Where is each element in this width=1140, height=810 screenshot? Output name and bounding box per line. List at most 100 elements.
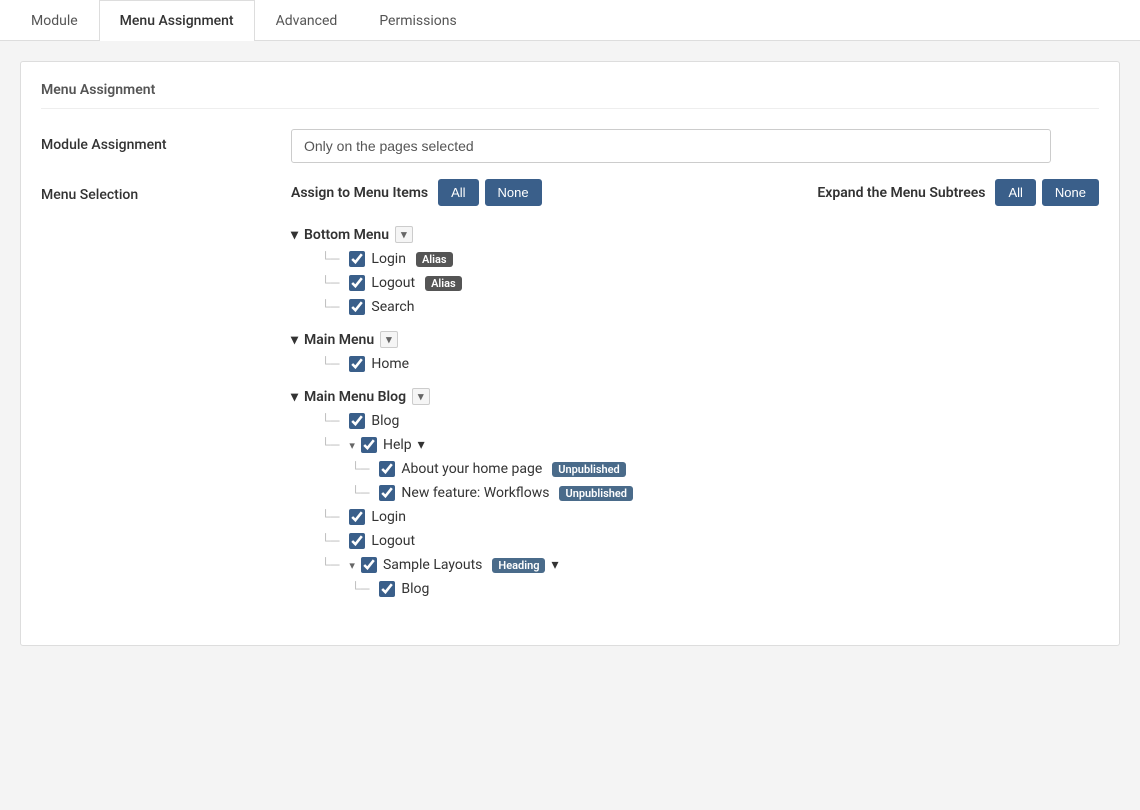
connector-icon: └─: [321, 275, 339, 291]
expand-main-menu-btn[interactable]: ▾: [380, 331, 398, 348]
assign-none-button[interactable]: None: [485, 179, 542, 206]
new-feature-unpublished-badge: Unpublished: [559, 486, 633, 501]
expand-group: Expand the Menu Subtrees All None: [817, 179, 1099, 206]
expand-none-button[interactable]: None: [1042, 179, 1099, 206]
blog2-checkbox[interactable]: [379, 581, 395, 597]
logout2-checkbox[interactable]: [349, 533, 365, 549]
tab-advanced[interactable]: Advanced: [255, 0, 359, 41]
expand-bottom-menu-btn[interactable]: ▾: [395, 226, 413, 243]
menu-group-header-main-menu[interactable]: Main Menu ▾: [291, 327, 1099, 352]
list-item: └─ About your home page Unpublished: [351, 457, 1099, 481]
expand-sample-layouts-btn[interactable]: ▾: [551, 557, 558, 573]
section-box: Menu Assignment Module Assignment Only o…: [20, 61, 1120, 646]
tabs-bar: Module Menu Assignment Advanced Permissi…: [0, 0, 1140, 41]
menu-group-header-main-menu-blog[interactable]: Main Menu Blog ▾: [291, 384, 1099, 409]
connector-icon: └─: [321, 251, 339, 267]
new-feature-checkbox[interactable]: [379, 485, 395, 501]
connector-icon: └─: [351, 461, 369, 477]
list-item: └─ Logout: [321, 529, 1099, 553]
sample-layouts-sub-items: └─ Blog: [321, 577, 1099, 601]
help-label: Help: [383, 437, 412, 453]
chevron-help: [349, 439, 355, 452]
list-item: └─ Blog: [321, 409, 1099, 433]
sample-layouts-group: └─ Sample Layouts Heading ▾ └─: [321, 553, 1099, 601]
logout2-label: Logout: [371, 533, 415, 549]
logout-checkbox[interactable]: [349, 275, 365, 291]
module-assignment-row: Module Assignment Only on the pages sele…: [41, 129, 1099, 163]
blog2-label: Blog: [401, 581, 429, 597]
help-group: └─ Help ▾ └─: [321, 433, 1099, 505]
home-checkbox[interactable]: [349, 356, 365, 372]
menu-group-main-menu: Main Menu ▾ └─ Home: [291, 327, 1099, 376]
module-assignment-select[interactable]: Only on the pages selected: [291, 129, 1051, 163]
list-item: └─ Help ▾: [321, 433, 1099, 457]
connector-icon: └─: [321, 356, 339, 372]
assign-all-button[interactable]: All: [438, 179, 478, 206]
bottom-menu-items: └─ Login Alias └─ Logout Alias: [291, 247, 1099, 319]
menu-selection-row: Menu Selection Assign to Menu Items All …: [41, 179, 1099, 609]
list-item: └─ Logout Alias: [321, 271, 1099, 295]
home-label: Home: [371, 356, 409, 372]
menu-tree: Bottom Menu ▾ └─ Login Alias └─: [291, 222, 1099, 601]
new-feature-label: New feature: Workflows: [401, 485, 549, 501]
connector-icon: └─: [321, 509, 339, 525]
connector-icon: └─: [321, 299, 339, 315]
list-item: └─ Login: [321, 505, 1099, 529]
about-home-checkbox[interactable]: [379, 461, 395, 477]
main-menu-items: └─ Home: [291, 352, 1099, 376]
search-label: Search: [371, 299, 414, 315]
expand-subtrees-label: Expand the Menu Subtrees: [817, 185, 985, 201]
list-item: └─ Sample Layouts Heading ▾: [321, 553, 1099, 577]
connector-icon: └─: [351, 485, 369, 501]
connector-icon: └─: [351, 581, 369, 597]
blog-checkbox[interactable]: [349, 413, 365, 429]
login-checkbox[interactable]: [349, 251, 365, 267]
sample-layouts-checkbox[interactable]: [361, 557, 377, 573]
login-alias-badge: Alias: [416, 252, 453, 267]
help-checkbox[interactable]: [361, 437, 377, 453]
module-assignment-label: Module Assignment: [41, 129, 291, 153]
login2-checkbox[interactable]: [349, 509, 365, 525]
main-menu-blog-label: Main Menu Blog: [304, 389, 406, 405]
login-label: Login: [371, 251, 406, 267]
chevron-main-menu: [291, 332, 298, 348]
help-sub-items: └─ About your home page Unpublished └─ N: [321, 457, 1099, 505]
expand-main-menu-blog-btn[interactable]: ▾: [412, 388, 430, 405]
tab-permissions[interactable]: Permissions: [358, 0, 477, 41]
connector-icon: └─: [321, 413, 339, 429]
assign-group: Assign to Menu Items All None: [291, 179, 542, 206]
chevron-bottom-menu: [291, 227, 298, 243]
login2-label: Login: [371, 509, 406, 525]
chevron-main-menu-blog: [291, 389, 298, 405]
list-item: └─ Blog: [351, 577, 1099, 601]
sample-layouts-label: Sample Layouts: [383, 557, 482, 573]
logout-label: Logout: [371, 275, 415, 291]
list-item: └─ New feature: Workflows Unpublished: [351, 481, 1099, 505]
assign-row: Assign to Menu Items All None Expand the…: [291, 179, 1099, 206]
tab-module[interactable]: Module: [10, 0, 99, 41]
connector-icon: └─: [321, 437, 339, 453]
section-title: Menu Assignment: [41, 82, 1099, 109]
connector-icon: └─: [321, 557, 339, 573]
bottom-menu-label: Bottom Menu: [304, 227, 389, 243]
main-menu-label: Main Menu: [304, 332, 374, 348]
about-home-unpublished-badge: Unpublished: [552, 462, 626, 477]
expand-all-button[interactable]: All: [995, 179, 1035, 206]
menu-group-header-bottom-menu[interactable]: Bottom Menu ▾: [291, 222, 1099, 247]
tab-menu-assignment[interactable]: Menu Assignment: [99, 0, 255, 41]
blog-label: Blog: [371, 413, 399, 429]
sample-layouts-heading-badge: Heading: [492, 558, 545, 573]
menu-group-bottom-menu: Bottom Menu ▾ └─ Login Alias └─: [291, 222, 1099, 319]
menu-selection-label: Menu Selection: [41, 179, 291, 203]
search-checkbox[interactable]: [349, 299, 365, 315]
assign-to-label: Assign to Menu Items: [291, 185, 428, 201]
connector-icon: └─: [321, 533, 339, 549]
module-assignment-control: Only on the pages selected: [291, 129, 1099, 163]
expand-help-btn[interactable]: ▾: [418, 437, 425, 453]
main-menu-blog-items: └─ Blog └─ Help: [291, 409, 1099, 601]
list-item: └─ Home: [321, 352, 1099, 376]
menu-selection-area: Assign to Menu Items All None Expand the…: [291, 179, 1099, 609]
list-item: └─ Search: [321, 295, 1099, 319]
list-item: └─ Login Alias: [321, 247, 1099, 271]
about-home-label: About your home page: [401, 461, 542, 477]
